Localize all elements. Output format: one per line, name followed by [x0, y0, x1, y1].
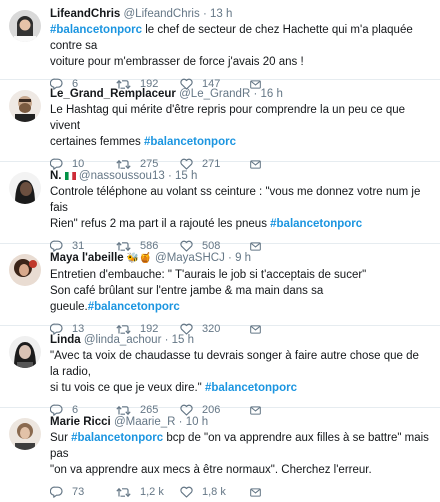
tweet-text: Entretien d'embauche: " T'aurais le job … [50, 267, 430, 315]
timestamp[interactable]: 15 h [172, 334, 194, 346]
timestamp[interactable]: 10 h [186, 416, 208, 428]
author-name[interactable]: Maya l'abeille [50, 252, 124, 264]
tweet-text: "Avec ta voix de chaudasse tu devrais so… [50, 348, 430, 396]
tweet[interactable]: LifeandChris @LifeandChris · 13 h #balan… [0, 0, 440, 90]
author-handle[interactable]: @Maarie_R [114, 416, 176, 428]
tweet-text: Controle téléphone au volant ss ceinture… [50, 184, 430, 232]
tweet-text-line: voiture pour m'embrasser de force j'avai… [50, 56, 304, 68]
author-name[interactable]: Marie Ricci [50, 416, 111, 428]
tweet[interactable]: N. @nassoussou13 · 15 h Controle télépho… [0, 162, 440, 252]
tweet-text: #balancetonporc le chef de secteur de ch… [50, 22, 430, 70]
tweet-text-line: Entretien d'embauche: " T'aurais le job … [50, 269, 367, 281]
author-name[interactable]: Linda [50, 334, 81, 346]
separator: · [228, 252, 232, 264]
tweet[interactable]: Linda @linda_achour · 15 h "Avec ta voix… [0, 326, 440, 416]
avatar[interactable] [9, 172, 41, 204]
tweet-actions: 73 1,2 k 1,8 k [50, 482, 430, 502]
separator: · [178, 416, 183, 428]
tweet-text-line: Controle téléphone au volant ss ceinture… [50, 186, 421, 214]
hashtag-link[interactable]: #balancetonporc [71, 432, 163, 444]
hashtag-link[interactable]: #balancetonporc [270, 218, 362, 230]
flag-icon [64, 172, 76, 180]
avatar[interactable] [9, 254, 41, 286]
avatar[interactable] [9, 336, 41, 368]
tweet[interactable]: Marie Ricci @Maarie_R · 10 h Sur #balanc… [0, 408, 440, 498]
direct-message-button[interactable] [250, 487, 270, 498]
tweet-text-line: certaines femmes [50, 136, 144, 148]
timestamp[interactable]: 9 h [235, 252, 251, 264]
reply-button[interactable]: 73 [50, 486, 116, 498]
author-handle[interactable]: @MayaSHCJ [155, 252, 225, 264]
author-handle[interactable]: @nassoussou13 [79, 170, 165, 182]
avatar[interactable] [9, 418, 41, 450]
author-handle[interactable]: @linda_achour [84, 334, 162, 346]
timestamp[interactable]: 16 h [261, 88, 283, 100]
author-name[interactable]: LifeandChris [50, 8, 120, 20]
hashtag-link[interactable]: #balancetonporc [50, 24, 142, 36]
reply-icon [50, 486, 63, 498]
avatar[interactable] [9, 90, 41, 122]
author-name[interactable]: N. [50, 170, 62, 182]
timestamp[interactable]: 13 h [210, 8, 232, 20]
tweet-text: Le Hashtag qui mérite d'être repris pour… [50, 102, 430, 150]
tweet-text-line: "Avec ta voix de chaudasse tu devrais so… [50, 350, 419, 378]
retweet-count: 1,2 k [140, 486, 164, 498]
tweet-text-line: Rien" refus 2 ma part il a rajouté les p… [50, 218, 271, 230]
timestamp[interactable]: 15 h [175, 170, 197, 182]
retweet-button[interactable]: 1,2 k [116, 486, 180, 498]
separator: · [202, 8, 207, 20]
retweet-icon [116, 487, 131, 497]
separator: · [253, 88, 258, 100]
tweet-text-line: "on va apprendre aux mecs à être normaux… [50, 464, 372, 476]
hashtag-link[interactable]: #balancetonporc [88, 301, 180, 313]
tweet[interactable]: Le_Grand_Remplaceur @Le_GrandR · 16 h Le… [0, 80, 440, 170]
bee-honey-emoji: 🐝🍯 [126, 253, 152, 264]
like-count: 1,8 k [202, 486, 226, 498]
author-name[interactable]: Le_Grand_Remplaceur [50, 88, 176, 100]
tweet-feed: LifeandChris @LifeandChris · 13 h #balan… [0, 0, 440, 498]
direct-message-icon [250, 487, 261, 497]
tweet-text: Sur #balancetonporc bcp de "on va appren… [50, 430, 430, 478]
tweet-text-line: Le Hashtag qui mérite d'être repris pour… [50, 104, 406, 132]
author-handle[interactable]: @Le_GrandR [179, 88, 250, 100]
tweet-text-line: si tu vois ce que je veux dire." [50, 382, 205, 394]
avatar[interactable] [9, 10, 41, 42]
hashtag-link[interactable]: #balancetonporc [205, 382, 297, 394]
author-handle[interactable]: @LifeandChris [124, 8, 200, 20]
like-icon [180, 486, 193, 498]
hashtag-link[interactable]: #balancetonporc [144, 136, 236, 148]
reply-count: 73 [72, 486, 85, 498]
tweet[interactable]: Maya l'abeille 🐝🍯 @MayaSHCJ · 9 h Entret… [0, 244, 440, 335]
separator: · [167, 170, 172, 182]
tweet-text-line: Sur [50, 432, 72, 444]
like-button[interactable]: 1,8 k [180, 486, 250, 498]
separator: · [164, 334, 169, 346]
